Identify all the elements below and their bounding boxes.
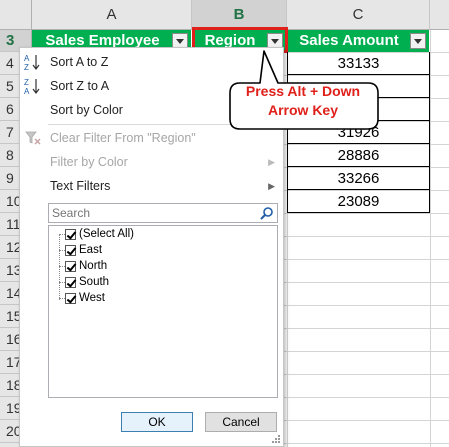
- list-item-label: (Select All): [79, 228, 134, 240]
- list-item-south[interactable]: South: [65, 274, 109, 290]
- column-header-b[interactable]: B: [192, 0, 287, 30]
- menu-item-label: Text Filters: [50, 179, 111, 193]
- filter-dropdown-button[interactable]: [410, 33, 426, 49]
- checkbox-checked[interactable]: [65, 244, 76, 256]
- table-cell[interactable]: 33266: [287, 167, 430, 190]
- menu-item-label: Sort by Color: [50, 103, 123, 117]
- checkbox-checked[interactable]: [65, 292, 76, 304]
- column-header-d[interactable]: [430, 0, 449, 30]
- list-item-label: North: [79, 260, 108, 272]
- instruction-callout: Press Alt + Down Arrow Key: [229, 50, 379, 130]
- svg-text:A: A: [24, 54, 30, 63]
- svg-text:A: A: [24, 87, 30, 95]
- ok-button[interactable]: OK: [121, 412, 193, 432]
- list-item-north[interactable]: North: [65, 258, 107, 274]
- gridline: [430, 30, 431, 447]
- checkbox-checked[interactable]: [65, 228, 76, 240]
- svg-text:Z: Z: [24, 78, 29, 87]
- list-item-select-all[interactable]: (Select All): [65, 226, 134, 242]
- menu-item-label: Filter by Color: [50, 155, 128, 169]
- list-item-label: East: [79, 244, 103, 256]
- select-all-corner[interactable]: [0, 0, 32, 30]
- header-label: Sales Amount: [299, 32, 399, 49]
- menu-item-label: Clear Filter From "Region": [50, 131, 196, 145]
- list-item-east[interactable]: East: [65, 242, 102, 258]
- filter-value-list[interactable]: (Select All) East North South West: [48, 225, 278, 398]
- submenu-arrow-icon: ▶: [268, 181, 275, 191]
- search-input[interactable]: [49, 204, 254, 222]
- column-header-c[interactable]: C: [287, 0, 430, 30]
- table-cell[interactable]: 28886: [287, 144, 430, 167]
- sort-ascending-icon: A Z: [24, 54, 40, 71]
- sort-descending-icon: Z A: [24, 78, 40, 95]
- menu-item-filter-by-color: Filter by Color ▶: [20, 150, 283, 174]
- menu-item-text-filters[interactable]: Text Filters ▶: [20, 174, 283, 198]
- clear-filter-icon: [25, 131, 41, 145]
- resize-grip-icon[interactable]: [271, 434, 281, 444]
- tree-line: [59, 234, 60, 300]
- list-item-west[interactable]: West: [65, 290, 105, 306]
- callout-line-2: Arrow Key: [267, 102, 339, 118]
- list-item-label: West: [79, 292, 105, 304]
- column-header-a[interactable]: A: [32, 0, 192, 30]
- callout-text: Press Alt + Down Arrow Key: [232, 82, 374, 120]
- table-cell[interactable]: 23089: [287, 190, 430, 213]
- list-item-label: South: [79, 276, 110, 288]
- checkbox-checked[interactable]: [65, 276, 76, 288]
- checkbox-checked[interactable]: [65, 260, 76, 272]
- svg-text:Z: Z: [24, 63, 29, 71]
- search-icon: [260, 207, 273, 220]
- cancel-button[interactable]: Cancel: [205, 412, 277, 432]
- callout-line-1: Press Alt + Down: [245, 83, 361, 99]
- menu-item-label: Sort A to Z: [50, 55, 109, 69]
- submenu-arrow-icon: ▶: [268, 157, 275, 167]
- search-box[interactable]: [48, 203, 278, 223]
- menu-item-label: Sort Z to A: [50, 79, 110, 93]
